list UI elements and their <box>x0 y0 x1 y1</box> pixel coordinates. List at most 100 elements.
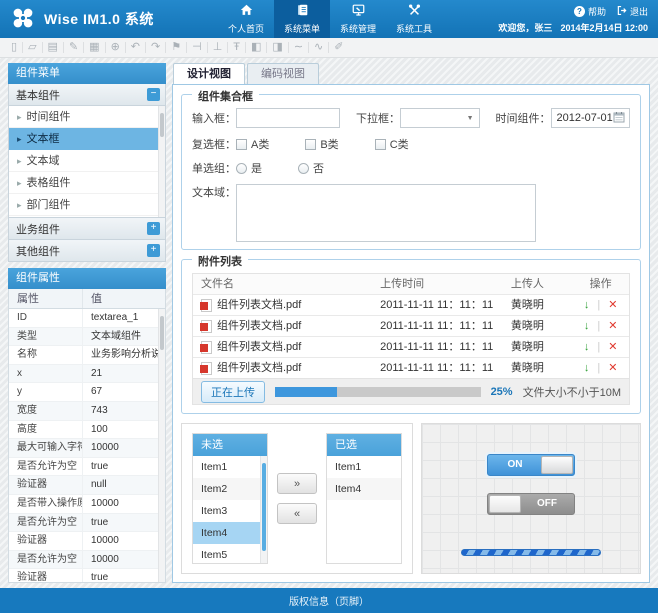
upload-status-bar: 正在上传 25% 文件大小不小于10M <box>192 379 630 405</box>
download-icon[interactable]: ↓ <box>584 337 590 357</box>
undo-icon[interactable]: ↶ <box>126 42 146 53</box>
logout-label: 退出 <box>630 5 648 18</box>
table-row: 宽度743 <box>9 402 165 421</box>
publish-icon[interactable]: ⊕ <box>106 42 126 53</box>
download-icon[interactable]: ↓ <box>584 358 590 378</box>
delete-icon[interactable]: ✕ <box>608 358 617 378</box>
download-icon[interactable]: ↓ <box>584 295 590 315</box>
calendar-icon[interactable] <box>613 111 629 126</box>
header-bar: Wise IM1.0 系统 个人首页 系统菜单 系统管理 系统工具 <box>0 0 658 38</box>
nav-item-system-tools[interactable]: 系统工具 <box>386 0 442 38</box>
checkbox-icon[interactable] <box>305 139 316 150</box>
list-item[interactable]: Item4 <box>193 522 267 544</box>
app-window: Wise IM1.0 系统 个人首页 系统菜单 系统管理 系统工具 <box>0 0 658 613</box>
edit-icon[interactable]: ✎ <box>64 42 84 53</box>
nav-item-system-admin[interactable]: 系统管理 <box>330 0 386 38</box>
radio-icon[interactable] <box>298 163 309 174</box>
menu-scrollbar[interactable] <box>158 106 165 217</box>
caret-icon: ▸ <box>17 172 22 193</box>
attachment-filename: 组件列表文档.pdf <box>217 358 301 378</box>
toggle-knob[interactable] <box>541 456 573 474</box>
indent-icon[interactable]: ⊣ <box>187 42 208 53</box>
expand-icon[interactable]: + <box>147 222 160 235</box>
move-right-button[interactable]: » <box>277 473 317 494</box>
line-icon[interactable]: ∼ <box>289 42 309 53</box>
delete-icon[interactable]: ✕ <box>608 295 617 315</box>
textarea-field[interactable] <box>236 184 536 242</box>
tab-design-view[interactable]: 设计视图 <box>173 63 245 84</box>
delete-icon[interactable]: ✕ <box>608 337 617 357</box>
lock-icon[interactable]: ◧ <box>246 42 267 53</box>
accordion-business-components[interactable]: 业务组件 + <box>8 218 166 240</box>
tab-code-view[interactable]: 编码视图 <box>247 63 319 84</box>
menu-item-table-component[interactable]: ▸ 表格组件 <box>9 172 165 194</box>
list-item[interactable]: Item4 <box>327 478 401 500</box>
expand-icon[interactable]: + <box>147 244 160 257</box>
list-item[interactable]: Item1 <box>193 456 267 478</box>
date-picker-field[interactable]: 2012-07-01 <box>551 108 631 128</box>
unlock-icon[interactable]: ◨ <box>267 42 288 53</box>
scrollbar-thumb[interactable] <box>160 113 164 137</box>
menu-item-department-component[interactable]: ▸ 部门组件 <box>9 194 165 216</box>
text-input-field[interactable] <box>236 108 340 128</box>
list-item[interactable]: Item1 <box>327 456 401 478</box>
radio-no[interactable]: 否 <box>298 160 324 176</box>
property-name: 是否带入操作原因 <box>9 495 83 513</box>
scrollbar-thumb[interactable] <box>160 316 164 350</box>
component-properties-panel: 组件属性 属性 值 IDtextarea_1 类型文本域组件 名称业务影响分析说… <box>8 268 166 583</box>
list-item[interactable]: Item3 <box>193 500 267 522</box>
delete-icon[interactable]: ✕ <box>608 316 617 336</box>
list-item[interactable]: Item5 <box>193 544 267 563</box>
flag-icon[interactable]: ⚑ <box>166 42 187 53</box>
toggle-switch-on[interactable]: ON <box>487 454 575 476</box>
new-file-icon[interactable]: ▯ <box>6 42 23 53</box>
pencil-icon[interactable]: ✐ <box>329 42 348 53</box>
anchor-icon[interactable]: ⊥ <box>208 42 229 53</box>
download-icon[interactable]: ↓ <box>584 316 590 336</box>
checkbox-icon[interactable] <box>375 139 386 150</box>
list-scrollbar[interactable] <box>260 456 267 563</box>
redo-icon[interactable]: ↷ <box>146 42 166 53</box>
open-folder-icon[interactable]: ▱ <box>23 42 42 53</box>
radio-yes[interactable]: 是 <box>236 160 262 176</box>
home-icon <box>239 3 254 20</box>
collapse-icon[interactable]: − <box>147 88 160 101</box>
property-value: 10000 <box>83 551 165 569</box>
table-row: 是否允许为空true <box>9 514 165 533</box>
menu-item-textbox[interactable]: ▸ 文本框 <box>9 128 165 150</box>
toggle-switch-off[interactable]: OFF <box>487 493 575 515</box>
table-row: 验证器null <box>9 476 165 495</box>
checkbox-class-a[interactable]: A类 <box>236 136 269 152</box>
text-icon[interactable]: Ŧ <box>228 42 246 53</box>
toggle-on-label: ON <box>488 455 542 475</box>
property-name: 验证器 <box>9 476 83 494</box>
property-value: 业务影响分析说明 <box>83 346 165 364</box>
logout-link[interactable]: 退出 <box>616 5 648 18</box>
move-left-button[interactable]: « <box>277 503 317 524</box>
scrollbar-thumb[interactable] <box>262 463 266 551</box>
toggle-knob[interactable] <box>489 495 521 513</box>
table-row: 最大可输入字符数10000 <box>9 439 165 458</box>
property-value: 10000 <box>83 439 165 457</box>
menu-item-textarea[interactable]: ▸ 文本域 <box>9 150 165 172</box>
help-link[interactable]: ? 帮助 <box>574 5 606 18</box>
menu-item-time-component[interactable]: ▸ 时间组件 <box>9 106 165 128</box>
list-item[interactable]: Item2 <box>193 478 267 500</box>
checkbox-class-c[interactable]: C类 <box>375 136 409 152</box>
radio-icon[interactable] <box>236 163 247 174</box>
nav-item-home[interactable]: 个人首页 <box>218 0 274 38</box>
checkbox-class-b[interactable]: B类 <box>305 136 338 152</box>
delete-icon[interactable]: ▦ <box>84 42 105 53</box>
nav-item-system-menu[interactable]: 系统菜单 <box>274 0 330 38</box>
accordion-other-components[interactable]: 其他组件 + <box>8 240 166 262</box>
curve-icon[interactable]: ∿ <box>309 42 329 53</box>
welcome-text: 欢迎您，张三 <box>498 21 552 34</box>
dropdown-select[interactable]: ▼ <box>400 108 480 128</box>
save-icon[interactable]: ▤ <box>43 42 64 53</box>
properties-scrollbar[interactable] <box>158 309 165 582</box>
accordion-basic-components[interactable]: 基本组件 − <box>8 84 166 106</box>
checkbox-icon[interactable] <box>236 139 247 150</box>
striped-progress-bar <box>461 549 601 556</box>
uploading-button[interactable]: 正在上传 <box>201 381 265 403</box>
attachment-uploader: 黄晓明 <box>507 337 572 357</box>
